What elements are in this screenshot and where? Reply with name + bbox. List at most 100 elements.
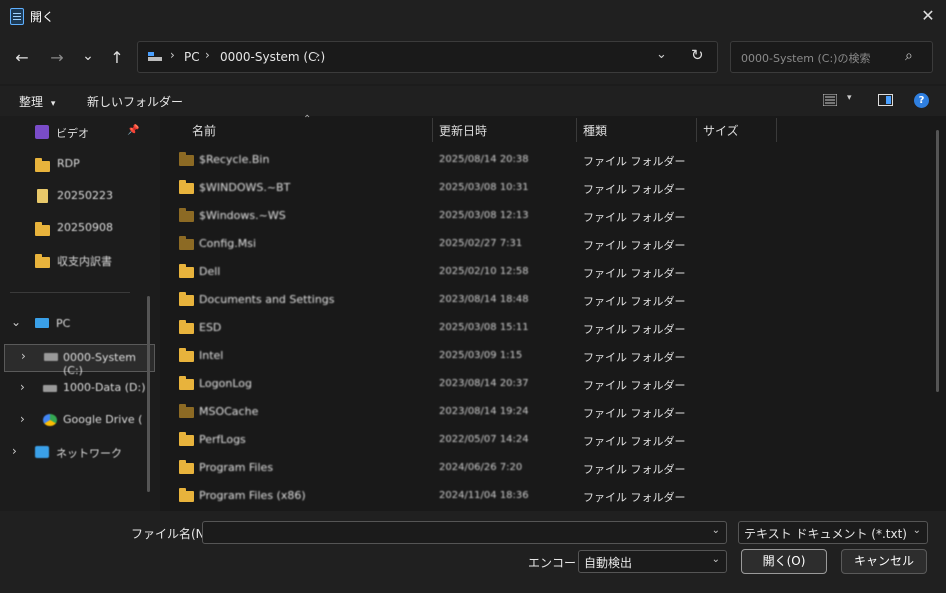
file-date: 2025/03/09 1:15 <box>439 350 523 361</box>
recent-locations-button[interactable]: ⌄ <box>74 42 102 70</box>
column-header-name[interactable]: 名前 <box>192 122 216 139</box>
preview-pane-button[interactable] <box>878 94 893 106</box>
chevron-right-icon[interactable]: › <box>12 444 17 458</box>
file-type: ファイル フォルダー <box>583 295 686 308</box>
file-list-scrollbar[interactable] <box>936 130 939 392</box>
search-input[interactable]: 0000-System (C:)の検索 <box>741 50 870 66</box>
file-name: Intel <box>199 349 224 362</box>
address-bar[interactable]: › PC › 0000-System (C:) › ⌄ ↻ <box>137 41 718 73</box>
search-box[interactable]: 0000-System (C:)の検索 ⌕ <box>730 41 933 73</box>
file-name: ESD <box>199 321 222 334</box>
table-row[interactable]: MSOCache 2023/08/14 19:24 ファイル フォルダー <box>160 398 770 426</box>
help-button[interactable]: ? <box>914 93 929 108</box>
file-date: 2025/03/08 12:13 <box>439 210 529 221</box>
file-date: 2022/05/07 14:24 <box>439 434 529 445</box>
table-row[interactable]: PerfLogs 2022/05/07 14:24 ファイル フォルダー <box>160 426 770 454</box>
table-row[interactable]: Documents and Settings 2023/08/14 18:48 ファ… <box>160 286 770 314</box>
chevron-right-icon[interactable]: › <box>21 349 26 363</box>
tree-item-network[interactable]: › ネットワーク <box>0 440 158 466</box>
folder-icon <box>179 264 194 278</box>
sidebar-item-20250908[interactable]: 20250908 <box>0 216 158 242</box>
table-row[interactable]: Dell 2025/02/10 12:58 ファイル フォルダー <box>160 258 770 286</box>
file-type: ファイル フォルダー <box>583 211 686 224</box>
address-dropdown-button[interactable]: ⌄ <box>656 47 667 62</box>
tree-item-drive-d[interactable]: › 1000-Data (D:) <box>0 376 158 402</box>
drive-icon <box>44 353 58 361</box>
column-divider[interactable] <box>576 118 577 142</box>
breadcrumb-separator: › <box>170 48 175 62</box>
back-button[interactable]: ← <box>8 44 36 72</box>
file-date: 2025/08/14 20:38 <box>439 154 529 165</box>
file-name: Config.Msi <box>199 237 257 250</box>
sidebar-item-rdp[interactable]: RDP <box>0 152 158 178</box>
file-type: ファイル フォルダー <box>583 351 686 364</box>
table-row[interactable]: ESD 2025/03/08 15:11 ファイル フォルダー <box>160 314 770 342</box>
table-row[interactable]: $WINDOWS.~BT 2025/03/08 10:31 ファイル フォルダー <box>160 174 770 202</box>
column-divider[interactable] <box>776 118 777 142</box>
table-row[interactable]: Config.Msi 2025/02/27 7:31 ファイル フォルダー <box>160 230 770 258</box>
table-row[interactable]: $Windows.~WS 2025/03/08 12:13 ファイル フォルダー <box>160 202 770 230</box>
file-date: 2023/08/14 20:37 <box>439 378 529 389</box>
pin-icon[interactable]: 📌 <box>127 125 139 136</box>
column-header-date[interactable]: 更新日時 <box>439 122 487 139</box>
filename-input[interactable]: ⌄ <box>202 521 727 544</box>
chevron-right-icon[interactable]: › <box>20 380 25 394</box>
sidebar-item-income-statement[interactable]: 収支内訳書 <box>0 248 158 274</box>
chevron-right-icon[interactable]: › <box>20 412 25 426</box>
tree-item-drive-c[interactable]: › 0000-System (C:) <box>4 344 155 377</box>
forward-button[interactable]: → <box>43 44 71 72</box>
open-button[interactable]: 開く(O) <box>741 549 827 574</box>
refresh-button[interactable]: ↻ <box>691 46 704 64</box>
breadcrumb-pc[interactable]: PC <box>184 50 200 64</box>
file-name: $Windows.~WS <box>199 209 286 222</box>
folder-icon <box>179 208 194 222</box>
cancel-button[interactable]: キャンセル <box>841 549 927 574</box>
column-divider[interactable] <box>432 118 433 142</box>
search-icon: ⌕ <box>905 48 913 64</box>
table-row[interactable]: Program Files (x86) 2024/11/04 18:36 ファイル … <box>160 482 770 510</box>
file-date: 2023/08/14 18:48 <box>439 294 529 305</box>
chevron-down-icon[interactable]: ⌄ <box>712 525 720 536</box>
tree-item-pc[interactable]: ⌄ PC <box>0 312 158 338</box>
file-name: $Recycle.Bin <box>199 153 270 166</box>
sidebar-item-label: 収支内訳書 <box>57 255 112 268</box>
column-header-type[interactable]: 種類 <box>583 122 607 139</box>
column-header-row: ⌃ 名前 更新日時 種類 サイズ <box>160 114 946 144</box>
column-divider[interactable] <box>696 118 697 142</box>
organize-button[interactable]: 整理 ▾ <box>19 93 55 110</box>
breadcrumb-drive-c[interactable]: 0000-System (C:) <box>220 50 325 64</box>
table-row[interactable]: Program Files 2024/06/26 7:20 ファイル フォルダー <box>160 454 770 482</box>
chevron-down-icon: ⌄ <box>711 554 720 565</box>
tree-item-google-drive[interactable]: › Google Drive ( <box>0 408 158 434</box>
window-title: 開く <box>30 10 55 24</box>
title-bar <box>0 0 946 32</box>
column-header-size[interactable]: サイズ <box>703 122 739 139</box>
file-list: ⌃ 名前 更新日時 種類 サイズ $Recycle.Bin 2025/08/14 … <box>160 114 946 511</box>
file-date: 2025/03/08 15:11 <box>439 322 529 333</box>
navigation-pane: ビデオ 📌 RDP 20250223 20250908 収支内訳書 ⌄ PC ›… <box>0 116 158 511</box>
file-name: $WINDOWS.~BT <box>199 181 291 194</box>
table-row[interactable]: Intel 2025/03/09 1:15 ファイル フォルダー <box>160 342 770 370</box>
sidebar-scrollbar[interactable] <box>147 296 150 492</box>
view-options-button[interactable]: ▾ <box>847 93 852 103</box>
file-type-select[interactable]: テキスト ドキュメント (*.txt) ⌄ <box>738 521 928 544</box>
table-row[interactable]: LogonLog 2023/08/14 20:37 ファイル フォルダー <box>160 370 770 398</box>
new-folder-button[interactable]: 新しいフォルダー <box>87 93 183 110</box>
close-button[interactable]: ✕ <box>912 2 944 30</box>
folder-icon <box>35 254 50 268</box>
table-row[interactable]: $Recycle.Bin 2025/08/14 20:38 ファイル フォルダー <box>160 146 770 174</box>
pc-icon <box>35 318 49 328</box>
file-name: Documents and Settings <box>199 293 335 306</box>
sidebar-item-20250223[interactable]: 20250223 <box>0 184 158 210</box>
encoding-select[interactable]: 自動検出 ⌄ <box>578 550 727 573</box>
file-date: 2025/02/10 12:58 <box>439 266 529 277</box>
file-type: ファイル フォルダー <box>583 435 686 448</box>
tree-item-label: 0000-System (C:) <box>63 351 136 377</box>
chevron-down-icon[interactable]: ⌄ <box>11 315 21 329</box>
up-button[interactable]: ↑ <box>103 44 131 72</box>
file-type: ファイル フォルダー <box>583 379 686 392</box>
sidebar-item-video[interactable]: ビデオ 📌 <box>0 120 158 146</box>
dialog-footer: ファイル名(N): ⌄ テキスト ドキュメント (*.txt) ⌄ エンコード:… <box>0 511 946 593</box>
view-list-icon[interactable] <box>822 93 838 107</box>
sidebar-item-label: 20250908 <box>57 221 113 234</box>
